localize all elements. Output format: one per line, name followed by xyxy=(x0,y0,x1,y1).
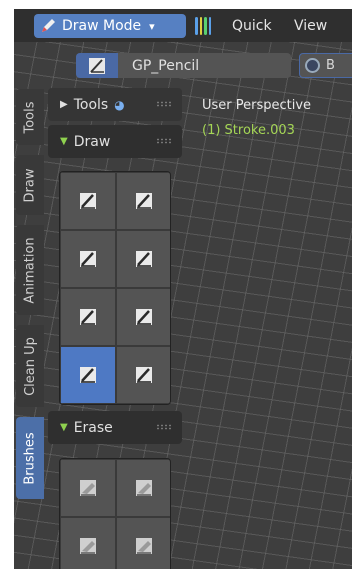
grease-pencil-icon[interactable] xyxy=(195,17,211,35)
tool-settings-icon: ◕ xyxy=(114,97,125,112)
mode-selector[interactable]: Draw Mode ▾ xyxy=(34,14,186,38)
drag-grip-icon[interactable] xyxy=(156,424,172,430)
tab-clean-up[interactable]: Clean Up xyxy=(16,325,44,407)
pencil-icon xyxy=(42,19,55,32)
draw-brush-slot[interactable] xyxy=(116,172,170,230)
eraser-icon xyxy=(80,538,96,554)
draw-brush-slot[interactable] xyxy=(60,288,116,346)
panel-draw-header[interactable]: ▼ Draw xyxy=(48,125,182,158)
app-frame: Draw Mode ▾ Quick View GP_Pencil B Tools… xyxy=(14,9,352,569)
brush-stroke-icon xyxy=(136,367,152,383)
eraser-icon xyxy=(136,538,152,554)
draw-brush-slot[interactable] xyxy=(60,172,116,230)
tab-animation[interactable]: Animation xyxy=(16,225,44,315)
draw-brush-slot[interactable] xyxy=(116,230,170,288)
material-selector[interactable]: GP_Pencil xyxy=(76,53,291,78)
drag-grip-icon[interactable] xyxy=(156,138,172,144)
erase-brush-grid xyxy=(59,458,171,569)
drag-grip-icon[interactable] xyxy=(156,101,172,107)
draw-brush-slot[interactable] xyxy=(60,230,116,288)
brush-stroke-icon xyxy=(80,309,96,325)
menu-view[interactable]: View xyxy=(294,18,327,34)
draw-brush-grid xyxy=(59,171,171,405)
tab-brushes[interactable]: Brushes xyxy=(16,417,44,499)
brush-color-field[interactable]: B xyxy=(299,53,352,78)
brush-stroke-icon xyxy=(89,57,105,74)
mode-label: Draw Mode xyxy=(62,18,142,34)
panel-erase-header[interactable]: ▼ Erase xyxy=(48,411,182,444)
chevron-down-icon: ▾ xyxy=(149,19,155,33)
tool-settings-bar: GP_Pencil B xyxy=(14,53,352,79)
tab-draw[interactable]: Draw xyxy=(16,155,44,215)
erase-brush-slot[interactable] xyxy=(116,517,170,569)
eraser-icon xyxy=(80,480,96,496)
draw-brush-slot[interactable] xyxy=(116,346,170,404)
brush-stroke-icon xyxy=(80,251,96,267)
tab-tools[interactable]: Tools xyxy=(16,89,44,145)
chevron-down-icon: ▼ xyxy=(60,136,68,147)
erase-brush-slot[interactable] xyxy=(60,517,116,569)
erase-brush-slot[interactable] xyxy=(60,459,116,517)
brush-stroke-icon xyxy=(136,251,152,267)
brush-stroke-icon xyxy=(136,309,152,325)
brush-stroke-icon xyxy=(80,367,96,383)
viewport-header: Draw Mode ▾ Quick View xyxy=(14,9,352,42)
brush-stroke-icon xyxy=(136,193,152,209)
menu-quick[interactable]: Quick xyxy=(232,18,272,34)
viewport-object-label: (1) Stroke.003 xyxy=(202,123,295,138)
brush-color-label: B xyxy=(326,58,335,73)
chevron-down-icon: ▼ xyxy=(60,422,68,433)
draw-brush-slot[interactable] xyxy=(116,288,170,346)
draw-brush-slot[interactable] xyxy=(60,346,116,404)
brush-stroke-icon xyxy=(80,193,96,209)
eraser-icon xyxy=(136,480,152,496)
material-thumbnail xyxy=(76,53,118,78)
viewport-perspective-label: User Perspective xyxy=(202,98,312,113)
chevron-right-icon: ▶ xyxy=(60,99,68,110)
erase-brush-slot[interactable] xyxy=(116,459,170,517)
panel-tools-header[interactable]: ▶ Tools ◕ xyxy=(48,88,182,121)
circle-icon xyxy=(305,58,320,73)
material-name: GP_Pencil xyxy=(132,57,200,74)
